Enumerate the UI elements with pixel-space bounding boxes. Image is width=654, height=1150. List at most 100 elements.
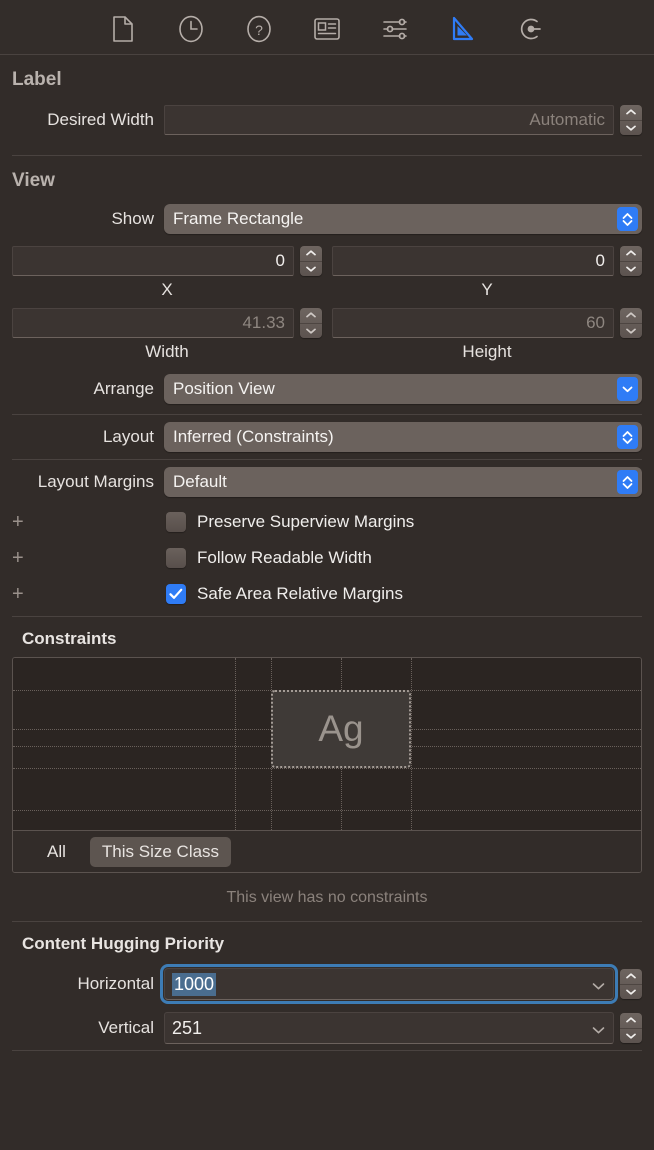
stepper-up[interactable] bbox=[620, 1013, 642, 1029]
desired-width-stepper[interactable] bbox=[620, 105, 642, 135]
ruler-triangle-size-icon bbox=[451, 16, 475, 42]
question-help-icon-button[interactable]: ? bbox=[244, 14, 274, 44]
follow-readable-width-label: Follow Readable Width bbox=[197, 548, 372, 568]
y-label: Y bbox=[332, 276, 642, 308]
hugging-vertical-label: Vertical bbox=[12, 1018, 164, 1038]
stepper-down[interactable] bbox=[620, 1029, 642, 1044]
identity-card-icon-button[interactable] bbox=[312, 14, 342, 44]
layout-popup-button[interactable]: Inferred (Constraints) bbox=[164, 422, 642, 452]
layout-margins-popup-button[interactable]: Default bbox=[164, 467, 642, 497]
scope-all-button[interactable]: All bbox=[35, 837, 78, 867]
y-stepper[interactable] bbox=[620, 246, 642, 276]
add-variation-plus-icon[interactable]: + bbox=[12, 584, 36, 604]
constraints-editor-box: Ag All This Size Class bbox=[12, 657, 642, 873]
chevron-down-icon bbox=[626, 1033, 636, 1039]
clock-history-icon bbox=[178, 15, 204, 43]
layout-margins-label: Layout Margins bbox=[12, 472, 164, 492]
hugging-horizontal-value: 1000 bbox=[172, 973, 216, 996]
stepper-down[interactable] bbox=[620, 985, 642, 1000]
x-label: X bbox=[12, 276, 322, 308]
safe-area-relative-margins-checkbox[interactable] bbox=[166, 584, 186, 604]
file-document-icon-button[interactable] bbox=[108, 14, 138, 44]
stepper-down[interactable] bbox=[300, 324, 322, 339]
chevron-up-icon bbox=[626, 973, 636, 979]
layout-margins-row: Layout Margins Default bbox=[0, 460, 654, 504]
follow-readable-width-row[interactable]: + Follow Readable Width bbox=[0, 540, 654, 576]
label-section: Label Desired Width Automatic bbox=[0, 55, 654, 156]
stepper-up[interactable] bbox=[620, 105, 642, 121]
question-help-icon: ? bbox=[246, 15, 272, 43]
hugging-vertical-combobox[interactable]: 251 bbox=[164, 1012, 614, 1044]
stepper-down[interactable] bbox=[300, 262, 322, 277]
hugging-vertical-stepper[interactable] bbox=[620, 1013, 642, 1043]
label-section-title: Label bbox=[0, 55, 654, 103]
show-popup-button[interactable]: Frame Rectangle bbox=[164, 204, 642, 234]
stepper-down[interactable] bbox=[620, 262, 642, 277]
y-input[interactable]: 0 bbox=[332, 246, 614, 276]
desired-width-input[interactable]: Automatic bbox=[164, 105, 614, 135]
stepper-up[interactable] bbox=[300, 246, 322, 262]
view-preview-box[interactable]: Ag bbox=[271, 690, 411, 768]
arrange-label: Arrange bbox=[12, 379, 164, 399]
connections-icon-button[interactable] bbox=[516, 14, 546, 44]
ruler-triangle-size-icon-button[interactable] bbox=[448, 14, 478, 44]
arrange-popup-button[interactable]: Position View bbox=[164, 374, 642, 404]
width-input[interactable]: 41.33 bbox=[12, 308, 294, 338]
constraints-preview-canvas[interactable]: Ag bbox=[13, 658, 641, 830]
wh-labels-row: Width Height bbox=[0, 338, 654, 370]
safe-area-relative-margins-row[interactable]: + Safe Area Relative Margins bbox=[0, 576, 654, 612]
guide-hline bbox=[13, 810, 641, 811]
x-input[interactable]: 0 bbox=[12, 246, 294, 276]
chevron-up-icon bbox=[306, 250, 316, 256]
constraints-section: Constraints Ag All This Size Class This … bbox=[0, 617, 654, 922]
chevron-up-down-icon bbox=[622, 430, 633, 445]
stepper-down[interactable] bbox=[620, 121, 642, 136]
add-variation-plus-icon[interactable]: + bbox=[12, 548, 36, 568]
popup-indicator-icon bbox=[617, 425, 638, 449]
scope-this-size-class-button[interactable]: This Size Class bbox=[90, 837, 231, 867]
add-variation-plus-icon[interactable]: + bbox=[12, 512, 36, 532]
no-constraints-message: This view has no constraints bbox=[0, 873, 654, 921]
chevron-down-icon bbox=[626, 328, 636, 334]
hugging-horizontal-stepper[interactable] bbox=[620, 969, 642, 999]
height-label: Height bbox=[332, 338, 642, 370]
chevron-up-icon bbox=[626, 312, 636, 318]
wh-fields-row: 41.33 60 bbox=[0, 308, 654, 338]
hugging-horizontal-combobox[interactable]: 1000 bbox=[164, 968, 614, 1000]
guide-vline bbox=[235, 658, 236, 830]
chevron-down-icon[interactable] bbox=[592, 974, 605, 995]
view-section-title: View bbox=[0, 156, 654, 204]
xy-fields-row: 0 0 bbox=[0, 238, 654, 276]
stepper-up[interactable] bbox=[620, 969, 642, 985]
height-stepper[interactable] bbox=[620, 308, 642, 338]
stepper-up[interactable] bbox=[620, 308, 642, 324]
show-row: Show Frame Rectangle bbox=[0, 204, 654, 238]
content-hugging-title: Content Hugging Priority bbox=[0, 922, 654, 962]
follow-readable-width-checkbox[interactable] bbox=[166, 548, 186, 568]
chevron-down-icon[interactable] bbox=[592, 1018, 605, 1039]
chevron-down-icon bbox=[626, 125, 636, 131]
stepper-down[interactable] bbox=[620, 324, 642, 339]
stepper-up[interactable] bbox=[300, 308, 322, 324]
content-hugging-priority-section: Content Hugging Priority Horizontal 1000… bbox=[0, 922, 654, 1051]
popup-indicator-icon bbox=[617, 377, 638, 401]
stepper-up[interactable] bbox=[620, 246, 642, 262]
constraints-scope-segmented-control: All This Size Class bbox=[13, 830, 641, 872]
x-stepper[interactable] bbox=[300, 246, 322, 276]
view-section: View Show Frame Rectangle 0 0 bbox=[0, 156, 654, 617]
preserve-superview-margins-row[interactable]: + Preserve Superview Margins bbox=[0, 504, 654, 540]
layout-popup-value: Inferred (Constraints) bbox=[173, 427, 617, 447]
sliders-attributes-icon-button[interactable] bbox=[380, 14, 410, 44]
chevron-down-icon bbox=[306, 328, 316, 334]
view-preview-glyph: Ag bbox=[318, 708, 363, 750]
chevron-up-icon bbox=[626, 250, 636, 256]
chevron-up-icon bbox=[626, 1017, 636, 1023]
width-stepper[interactable] bbox=[300, 308, 322, 338]
clock-history-icon-button[interactable] bbox=[176, 14, 206, 44]
desired-width-row: Desired Width Automatic bbox=[0, 103, 654, 137]
hugging-horizontal-label: Horizontal bbox=[12, 974, 164, 994]
y-field-cell: 0 bbox=[332, 246, 642, 276]
sliders-attributes-icon bbox=[382, 17, 408, 41]
height-input[interactable]: 60 bbox=[332, 308, 614, 338]
preserve-superview-margins-checkbox[interactable] bbox=[166, 512, 186, 532]
